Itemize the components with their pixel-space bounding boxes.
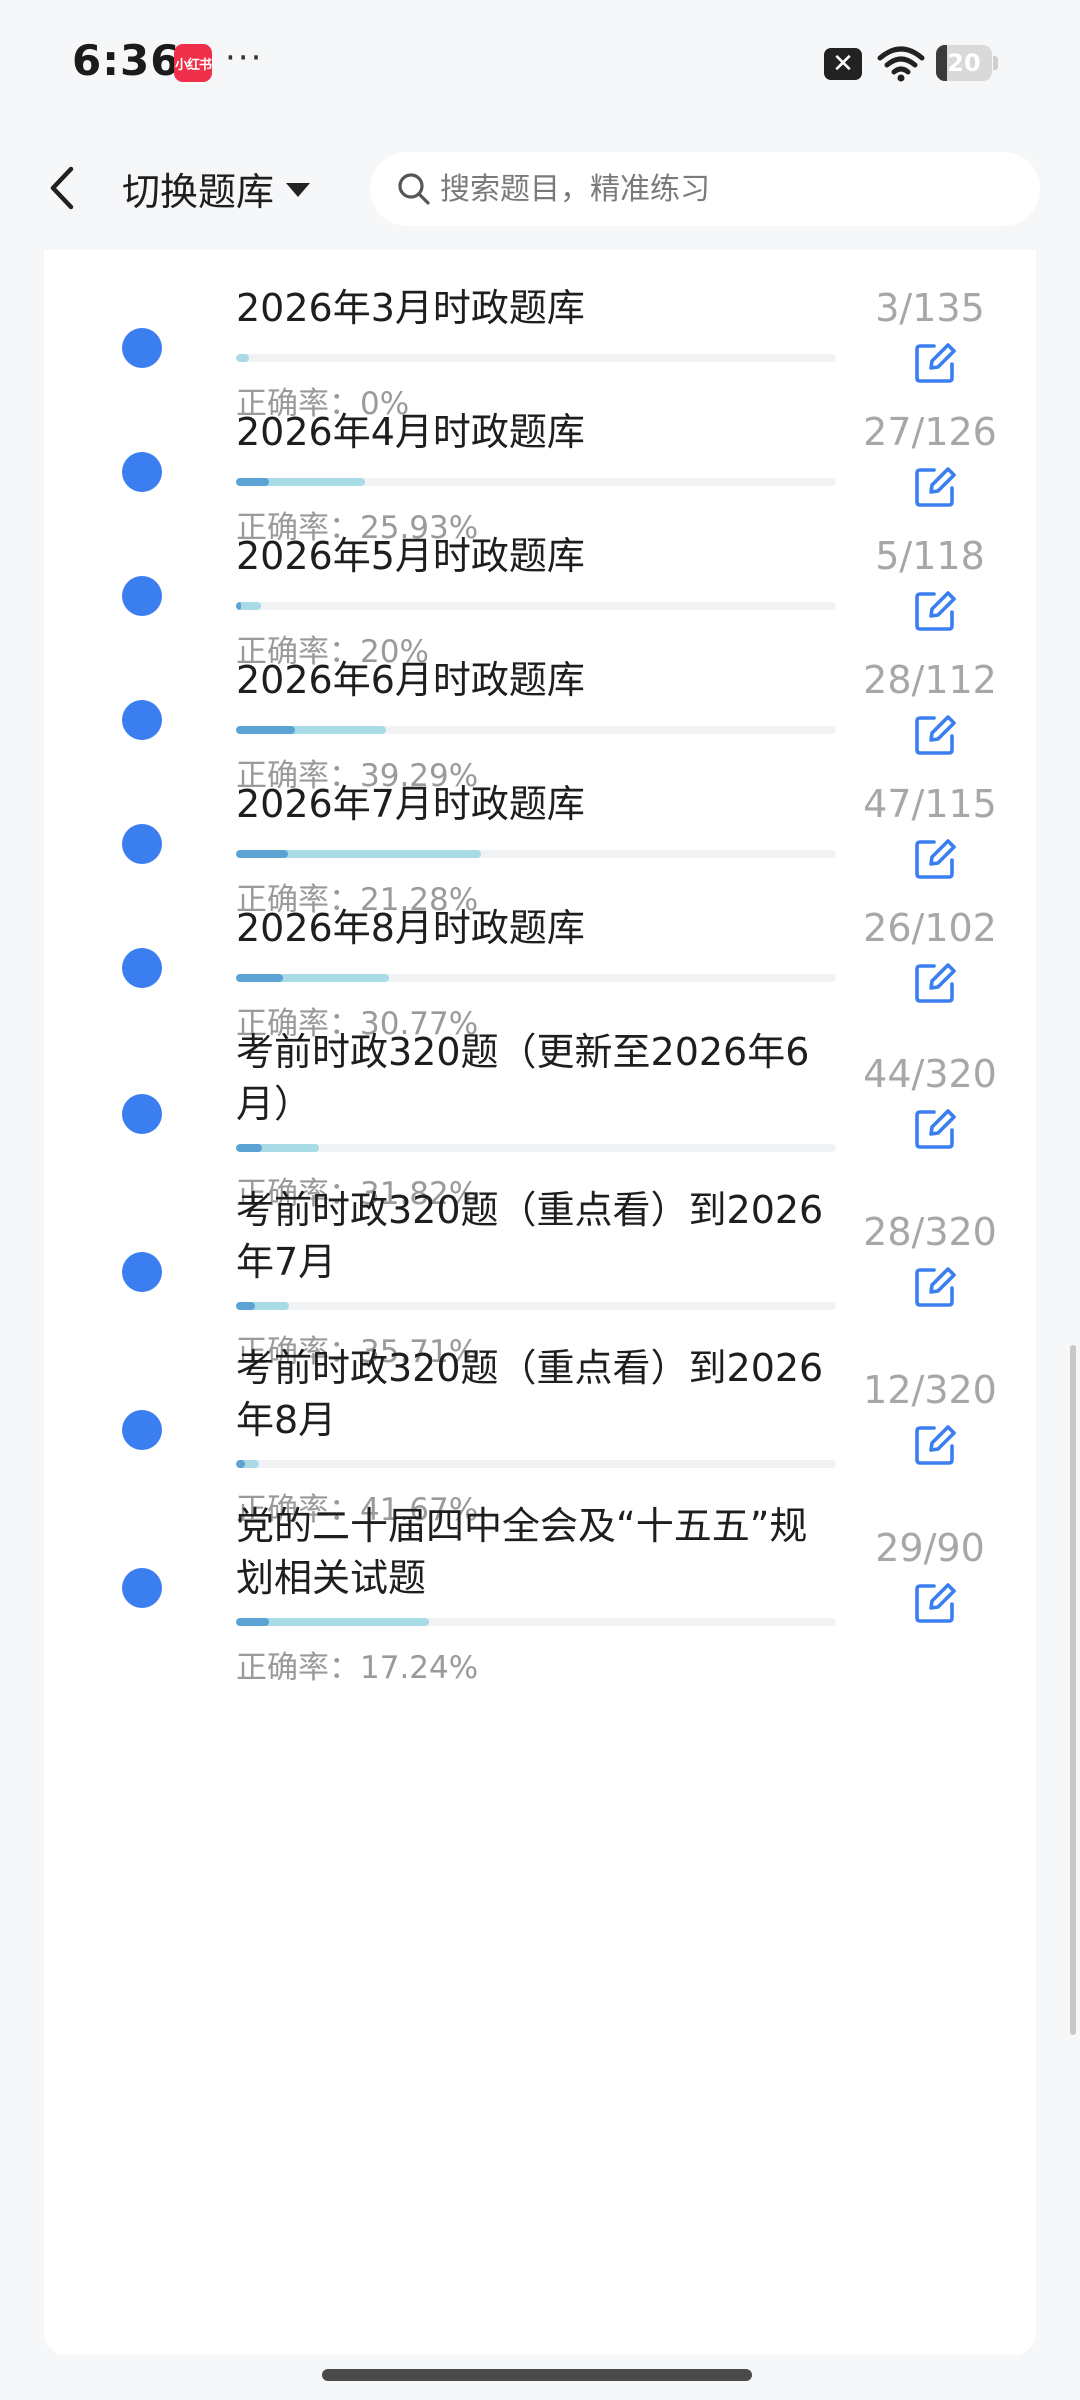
progress-count: 5/118 [875, 534, 985, 578]
progress-correct-fill [236, 850, 289, 858]
status-dot [122, 452, 162, 492]
bank-title: 考前时政320题（重点看）到2026年8月 [236, 1346, 824, 1442]
more-notifications-icon: ··· [225, 38, 264, 78]
progress-bar [236, 1302, 836, 1310]
bank-title: 党的二十届四中全会及“十五五”规划相关试题 [236, 1504, 808, 1600]
progress-correct-fill [236, 478, 270, 486]
scrollbar[interactable] [1070, 1345, 1076, 2035]
progress-bar [236, 478, 836, 486]
back-button[interactable] [40, 158, 84, 218]
progress-correct-fill [236, 726, 295, 734]
status-dot [122, 1094, 162, 1134]
progress-bar [236, 1460, 836, 1468]
bank-title: 2026年6月时政题库 [236, 658, 585, 702]
status-dot [122, 576, 162, 616]
bank-list-item[interactable]: 2026年7月时政题库 正确率：21.28% 47/115 [44, 746, 1036, 918]
bank-list-item[interactable]: 2026年8月时政题库 正确率：30.77% 26/102 [44, 870, 1036, 1042]
progress-bar [236, 726, 836, 734]
search-icon [398, 173, 430, 205]
status-dot [122, 1252, 162, 1292]
progress-count: 29/90 [875, 1526, 985, 1570]
bank-title: 考前时政320题（重点看）到2026年7月 [236, 1188, 824, 1284]
progress-count: 12/320 [863, 1368, 997, 1412]
bank-title: 2026年7月时政题库 [236, 782, 585, 826]
progress-bar [236, 974, 836, 982]
bank-list-item[interactable]: 2026年3月时政题库 正确率：0% 3/135 [44, 250, 1036, 422]
bank-title: 2026年4月时政题库 [236, 410, 585, 454]
progress-correct-fill [236, 602, 242, 610]
progress-correct-fill [236, 1302, 255, 1310]
page-title: 切换题库 [122, 169, 275, 214]
accuracy-label: 正确率： [236, 1650, 360, 1686]
progress-bar [236, 1618, 836, 1626]
progress-count: 28/320 [863, 1210, 997, 1254]
bank-list-item[interactable]: 考前时政320题（重点看）到2026年8月 正确率：41.67% 12/320 [44, 1310, 1036, 1528]
edit-icon[interactable] [912, 1264, 958, 1310]
no-sim-icon: ✕ [824, 48, 862, 80]
bank-list-item[interactable]: 考前时政320题（重点看）到2026年7月 正确率：35.71% 28/320 [44, 1152, 1036, 1370]
bank-title: 考前时政320题（更新至2026年6月） [236, 1030, 810, 1126]
status-dot [122, 1410, 162, 1450]
search-bar[interactable] [370, 152, 1040, 226]
status-dot [122, 700, 162, 740]
bank-title: 2026年5月时政题库 [236, 534, 585, 578]
progress-correct-fill [236, 974, 284, 982]
progress-count: 44/320 [863, 1052, 997, 1096]
accuracy-text: 正确率：17.24% [236, 1642, 478, 1687]
progress-bar [236, 1144, 836, 1152]
bank-title: 2026年8月时政题库 [236, 906, 585, 950]
bank-list-item[interactable]: 2026年6月时政题库 正确率：39.29% 28/112 [44, 622, 1036, 794]
accuracy-value: 17.24% [360, 1650, 479, 1686]
bank-list-item[interactable]: 党的二十届四中全会及“十五五”规划相关试题 正确率：17.24% 29/90 [44, 1468, 1036, 1686]
status-dot [122, 328, 162, 368]
edit-icon[interactable] [912, 1422, 958, 1468]
wifi-icon [877, 46, 925, 82]
status-dot [122, 1568, 162, 1608]
progress-count: 47/115 [863, 782, 997, 826]
battery-icon: 20 [936, 45, 998, 81]
status-time: 6:36 [72, 36, 181, 85]
bank-list-item[interactable]: 2026年4月时政题库 正确率：25.93% 27/126 [44, 374, 1036, 546]
bank-list-item[interactable]: 2026年5月时政题库 正确率：20% 5/118 [44, 498, 1036, 670]
progress-bar [236, 850, 836, 858]
edit-icon[interactable] [912, 1106, 958, 1152]
status-dot [122, 948, 162, 988]
top-bar: 切换题库 [0, 130, 1080, 250]
progress-bar [236, 602, 836, 610]
home-gesture-bar[interactable] [322, 2369, 752, 2381]
question-bank-list: 2026年3月时政题库 正确率：0% 3/135 2026年4月时政题库 正确率… [44, 250, 1036, 2355]
status-dot [122, 824, 162, 864]
app-notification-icon: 小红书 [174, 44, 212, 82]
chevron-left-icon [50, 166, 74, 210]
progress-fill [236, 354, 250, 362]
bank-title: 2026年3月时政题库 [236, 286, 585, 330]
battery-level: 20 [947, 49, 981, 77]
status-bar: 6:36 小红书 ··· ✕ 20 [0, 0, 1080, 130]
switch-bank-dropdown[interactable]: 切换题库 [122, 160, 311, 216]
search-input[interactable] [440, 171, 1000, 207]
progress-correct-fill [236, 1144, 263, 1152]
caret-down-icon [286, 183, 311, 197]
progress-count: 3/135 [875, 286, 985, 330]
progress-count: 26/102 [863, 906, 997, 950]
bank-list-item[interactable]: 考前时政320题（更新至2026年6月） 正确率：31.82% 44/320 [44, 994, 1036, 1212]
progress-correct-fill [236, 1618, 270, 1626]
progress-bar [236, 354, 836, 362]
progress-count: 28/112 [863, 658, 997, 702]
edit-icon[interactable] [912, 1580, 958, 1626]
progress-count: 27/126 [863, 410, 997, 454]
